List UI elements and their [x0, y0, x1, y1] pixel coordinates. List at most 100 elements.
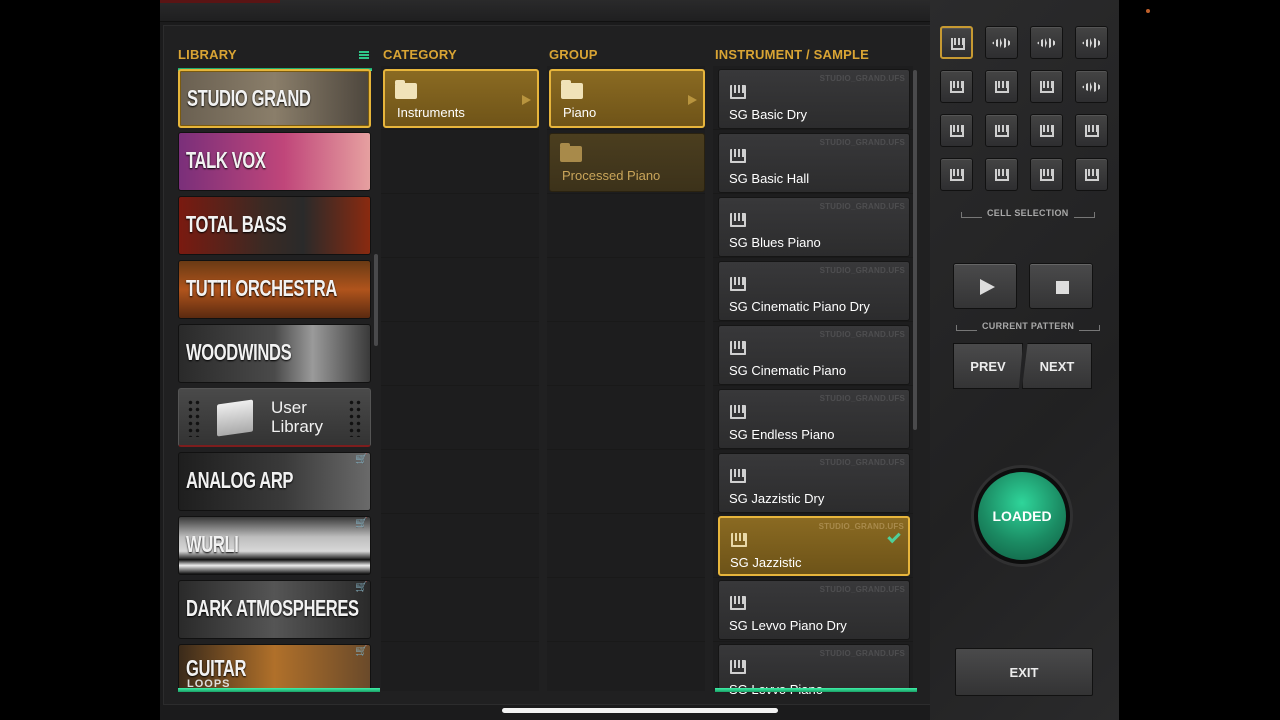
library-item-guitar-loops[interactable]: GUITAR LOOPS 🛒: [178, 644, 371, 692]
source-file-label: STUDIO_GRAND.UFS: [819, 394, 905, 403]
library-item-total-bass[interactable]: TOTAL BASS: [178, 196, 371, 255]
cell-selection-label: CELL SELECTION: [961, 208, 1094, 218]
menu-icon[interactable]: [359, 51, 369, 59]
waveform-icon: [1037, 38, 1057, 48]
cell-button[interactable]: [940, 70, 973, 103]
category-column: [381, 66, 539, 691]
source-file-label: STUDIO_GRAND.UFS: [818, 522, 904, 531]
cart-icon: 🛒: [355, 518, 368, 529]
instrument-item[interactable]: STUDIO_GRAND.UFS SG Cinematic Piano Dry: [718, 261, 910, 321]
library-item-label: ANALOG ARP: [186, 467, 294, 493]
cell-button[interactable]: [985, 70, 1018, 103]
instrument-item-label: SG Jazzistic: [730, 555, 802, 570]
instrument-item[interactable]: STUDIO_GRAND.UFS SG Jazzistic Dry: [718, 453, 910, 513]
library-header: LIBRARY: [178, 47, 237, 62]
instrument-item-selected[interactable]: STUDIO_GRAND.UFS SG Jazzistic: [718, 516, 910, 576]
instrument-item[interactable]: STUDIO_GRAND.UFS SG Endless Piano: [718, 389, 910, 449]
prev-button[interactable]: PREV: [953, 343, 1023, 389]
cell-button[interactable]: [940, 26, 973, 59]
cell-button[interactable]: [1075, 114, 1108, 147]
library-item-dark-atmospheres[interactable]: DARK ATMOSPHERES 🛒: [178, 580, 371, 639]
library-item-label: TALK VOX: [186, 147, 266, 173]
cell-button[interactable]: [940, 114, 973, 147]
checkmark-icon: [887, 529, 901, 544]
cell-button[interactable]: [1075, 26, 1108, 59]
piano-icon: [950, 81, 964, 93]
library-item-label: TUTTI ORCHESTRA: [186, 275, 337, 301]
group-item-label: Processed Piano: [562, 168, 661, 183]
source-file-label: STUDIO_GRAND.UFS: [819, 74, 905, 83]
home-indicator[interactable]: [502, 708, 778, 713]
cell-button[interactable]: [985, 26, 1018, 59]
stop-icon: [1056, 281, 1069, 294]
group-item-processed-piano[interactable]: Processed Piano: [549, 133, 705, 192]
cell-button[interactable]: [985, 158, 1018, 191]
library-item-studio-grand[interactable]: STUDIO GRAND: [178, 69, 371, 128]
piano-icon: [950, 125, 964, 137]
piano-icon: [1040, 169, 1054, 181]
group-header: GROUP: [549, 47, 598, 62]
current-pattern-label: CURRENT PATTERN: [955, 321, 1101, 331]
library-item-analog-arp[interactable]: ANALOG ARP 🛒: [178, 452, 371, 511]
chevron-right-icon: [522, 95, 531, 105]
library-item-tutti-orchestra[interactable]: TUTTI ORCHESTRA: [178, 260, 371, 319]
speaker-grille-left: [187, 399, 201, 437]
library-scrollbar[interactable]: [374, 254, 378, 346]
cell-button[interactable]: [1030, 114, 1063, 147]
instrument-item-label: SG Levvo Piano Dry: [729, 618, 847, 633]
instrument-item[interactable]: STUDIO_GRAND.UFS SG Basic Hall: [718, 133, 910, 193]
cart-icon: 🛒: [355, 646, 368, 657]
cart-icon: 🛒: [355, 454, 368, 465]
folder-icon: [395, 80, 417, 99]
source-file-label: STUDIO_GRAND.UFS: [819, 202, 905, 211]
library-item-talk-vox[interactable]: TALK VOX: [178, 132, 371, 191]
group-item-label: Piano: [563, 105, 597, 120]
library-item-label: STUDIO GRAND: [187, 85, 311, 111]
piano-icon: [730, 596, 746, 610]
instrument-item[interactable]: STUDIO_GRAND.UFS SG Blues Piano: [718, 197, 910, 257]
piano-icon: [1085, 125, 1099, 137]
cell-button[interactable]: [1030, 26, 1063, 59]
cell-button[interactable]: [1075, 70, 1108, 103]
instrument-item-label: SG Endless Piano: [729, 427, 835, 442]
library-item-wurli[interactable]: WURLI 🛒: [178, 516, 371, 575]
play-button[interactable]: [953, 263, 1017, 309]
chevron-right-icon: [688, 95, 697, 105]
piano-icon: [730, 277, 746, 291]
cell-button[interactable]: [1030, 70, 1063, 103]
waveform-icon: [1082, 38, 1102, 48]
library-item-woodwinds[interactable]: WOODWINDS: [178, 324, 371, 383]
piano-icon: [730, 213, 746, 227]
piano-icon: [1040, 81, 1054, 93]
scroll-edge-bottom: [715, 688, 917, 692]
category-item-instruments[interactable]: Instruments: [383, 69, 539, 128]
source-file-label: STUDIO_GRAND.UFS: [819, 266, 905, 275]
instrument-item[interactable]: STUDIO_GRAND.UFS SG Levvo Piano Dry: [718, 580, 910, 640]
library-item-user-library[interactable]: User Library: [178, 388, 371, 447]
loaded-status-button[interactable]: LOADED: [974, 468, 1070, 564]
waveform-icon: [1082, 82, 1102, 92]
instrument-scrollbar[interactable]: [913, 70, 917, 430]
instrument-item[interactable]: STUDIO_GRAND.UFS SG Levvo Piano: [718, 644, 910, 697]
piano-icon: [730, 405, 746, 419]
instrument-item-label: SG Cinematic Piano Dry: [729, 299, 870, 314]
instrument-item[interactable]: STUDIO_GRAND.UFS SG Cinematic Piano: [718, 325, 910, 385]
library-item-label: DARK ATMOSPHERES: [186, 595, 359, 621]
cell-button[interactable]: [985, 114, 1018, 147]
app-screen: LIBRARY CATEGORY GROUP INSTRUMENT / SAMP…: [160, 0, 1119, 720]
group-item-piano[interactable]: Piano: [549, 69, 705, 128]
stop-button[interactable]: [1029, 263, 1093, 309]
cell-button[interactable]: [1030, 158, 1063, 191]
library-item-label: WURLI: [186, 531, 239, 557]
piano-icon: [730, 341, 746, 355]
cell-button[interactable]: [940, 158, 973, 191]
piano-icon: [995, 169, 1009, 181]
instrument-item[interactable]: STUDIO_GRAND.UFS SG Basic Dry: [718, 69, 910, 129]
library-item-label: User Library: [271, 398, 323, 436]
cell-button[interactable]: [1075, 158, 1108, 191]
scroll-edge-bottom: [178, 688, 380, 692]
exit-button[interactable]: EXIT: [955, 648, 1093, 696]
next-button[interactable]: NEXT: [1022, 343, 1092, 389]
piano-icon: [951, 38, 965, 50]
cart-icon: 🛒: [355, 582, 368, 593]
